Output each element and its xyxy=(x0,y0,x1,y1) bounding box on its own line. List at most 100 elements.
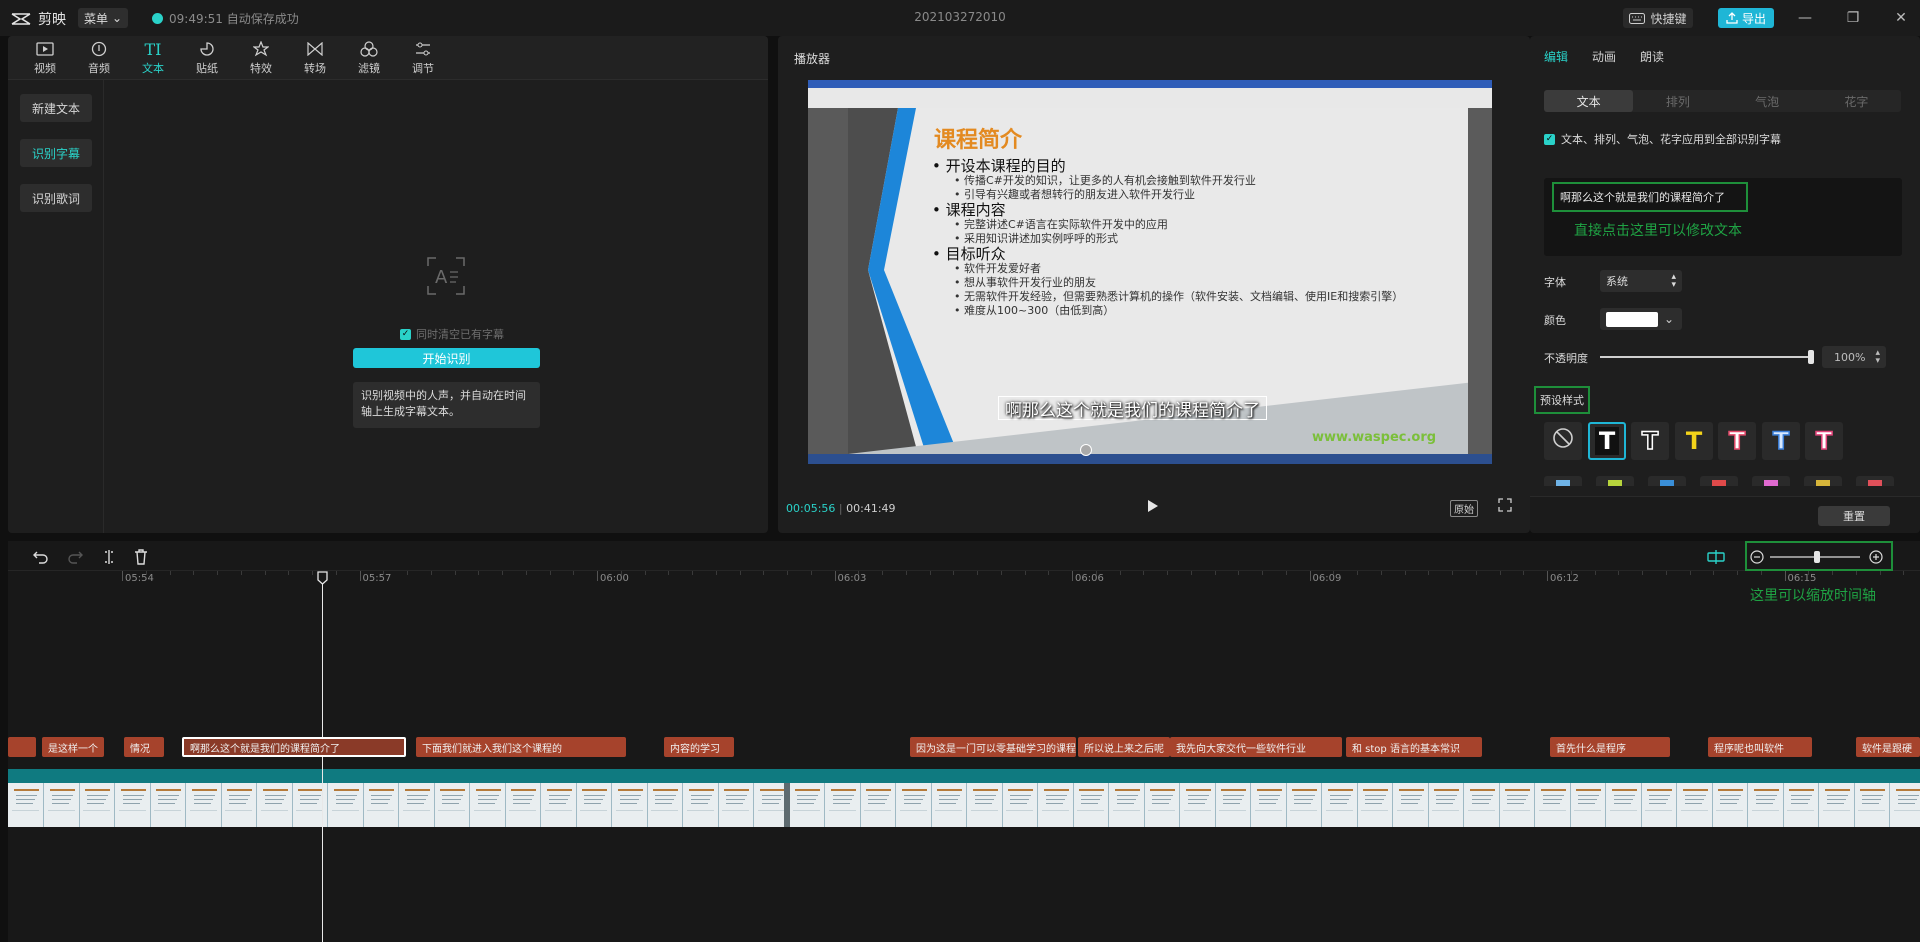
menu-button[interactable]: 菜单 ⌄ xyxy=(78,8,128,28)
preset-style-4[interactable]: T xyxy=(1718,422,1756,460)
time-ruler[interactable] xyxy=(8,571,1920,591)
segment-text[interactable]: 文本 xyxy=(1544,90,1634,112)
ruler-minor-tick xyxy=(430,571,432,575)
preset-tile[interactable] xyxy=(1804,476,1842,486)
undo-icon[interactable] xyxy=(32,548,50,566)
shortcut-button[interactable]: 快捷键 xyxy=(1623,8,1693,28)
segment-layout[interactable]: 排列 xyxy=(1633,90,1722,112)
opacity-slider[interactable] xyxy=(1600,356,1810,358)
video-thumbnail xyxy=(1677,783,1713,827)
restore-icon[interactable]: ❐ xyxy=(1838,6,1868,30)
tool-audio[interactable]: 音频 xyxy=(72,36,126,80)
subtitle-clip[interactable]: 情况 xyxy=(124,737,164,757)
preset-none[interactable] xyxy=(1544,422,1582,460)
clear-existing-checkbox[interactable]: ✓ 同时清空已有字幕 xyxy=(400,326,504,342)
subtitle-clip[interactable] xyxy=(8,737,36,757)
ruler-minor-tick xyxy=(1190,571,1192,575)
subtitle-overlay[interactable]: 啊那么这个就是我们的课程简介了 xyxy=(998,396,1267,421)
text-edit-area[interactable]: 啊那么这个就是我们的课程简介了 直接点击这里可以修改文本 xyxy=(1544,178,1902,256)
ruler-minor-tick xyxy=(1238,571,1240,575)
ruler-label: 06:00 xyxy=(600,573,629,584)
tool-adjust[interactable]: 调节 xyxy=(396,36,450,80)
video-preview[interactable]: 课程简介 • 开设本课程的目的 • 传播C#开发的知识，让更多的人有机会接触到软… xyxy=(808,80,1492,464)
close-icon[interactable]: ✕ xyxy=(1886,6,1916,30)
video-thumbnail xyxy=(150,783,186,827)
ruler-minor-tick xyxy=(383,571,385,575)
subnav-new-text[interactable]: 新建文本 xyxy=(20,94,92,122)
snap-icon[interactable] xyxy=(1706,548,1726,566)
ruler-minor-tick xyxy=(1380,571,1382,575)
slide-bullets: • 开设本课程的目的 • 传播C#开发的知识，让更多的人有机会接触到软件开发行业… xyxy=(932,158,1472,318)
redo-icon[interactable] xyxy=(66,548,84,566)
video-thumbnail xyxy=(470,783,506,827)
split-icon[interactable] xyxy=(100,548,118,566)
subtitle-clip[interactable]: 程序呢也叫软件 xyxy=(1708,737,1812,757)
subtitle-clip[interactable]: 内容的学习 xyxy=(664,737,734,757)
apply-all-checkbox[interactable]: ✓ 文本、排列、气泡、花字应用到全部识别字幕 xyxy=(1544,131,1781,147)
tool-label: 转场 xyxy=(304,62,326,75)
subnav-recognize-lyrics[interactable]: 识别歌词 xyxy=(20,184,92,212)
chevron-down-icon: ⌄ xyxy=(1664,312,1675,326)
preset-tile[interactable] xyxy=(1700,476,1738,486)
subtitle-clip[interactable]: 啊那么这个就是我们的课程简介了 xyxy=(182,737,406,757)
ruler-minor-tick xyxy=(264,571,266,575)
subtitle-clip[interactable]: 下面我们就进入我们这个课程的 xyxy=(416,737,626,757)
subtitle-clip[interactable]: 首先什么是程序 xyxy=(1550,737,1670,757)
preset-tile[interactable] xyxy=(1596,476,1634,486)
font-select[interactable]: 系统 ▴ ▾ xyxy=(1600,270,1682,292)
preset-tile[interactable] xyxy=(1648,476,1686,486)
text-style-icon: T xyxy=(1772,426,1790,456)
tool-text[interactable]: TI 文本 xyxy=(126,36,180,80)
tool-filter[interactable]: 滤镜 xyxy=(342,36,396,80)
segment-fancy[interactable]: 花字 xyxy=(1812,90,1901,112)
start-recognition-button[interactable]: 开始识别 xyxy=(353,348,540,368)
delete-icon[interactable] xyxy=(132,548,150,566)
tab-read-aloud[interactable]: 朗读 xyxy=(1640,48,1664,65)
ruler-tick xyxy=(122,571,123,581)
minimize-icon[interactable]: — xyxy=(1790,6,1820,30)
tab-edit[interactable]: 编辑 xyxy=(1544,48,1568,65)
ai-subtitle-icon: A xyxy=(427,257,465,295)
tab-animation[interactable]: 动画 xyxy=(1592,48,1616,65)
color-select[interactable]: ⌄ xyxy=(1600,308,1682,330)
tool-sticker[interactable]: 贴纸 xyxy=(180,36,234,80)
rotate-handle-icon[interactable] xyxy=(1080,444,1092,456)
subtitle-clip[interactable]: 是这样一个 xyxy=(42,737,104,757)
opacity-slider-thumb[interactable] xyxy=(1808,350,1814,364)
preset-style-3[interactable]: T xyxy=(1675,422,1713,460)
subtitle-clip[interactable]: 我先向大家交代一些软件行业 xyxy=(1170,737,1342,757)
text-input[interactable]: 啊那么这个就是我们的课程简介了 xyxy=(1552,182,1748,212)
preset-tile[interactable] xyxy=(1752,476,1790,486)
tool-effects[interactable]: 特效 xyxy=(234,36,288,80)
subtitle-clip[interactable]: 因为这是一门可以零基础学习的课程 xyxy=(910,737,1076,757)
checkbox-checked-icon: ✓ xyxy=(400,328,411,340)
fullscreen-icon[interactable] xyxy=(1498,498,1512,512)
reset-button[interactable]: 重置 xyxy=(1818,506,1890,526)
tool-label: 调节 xyxy=(412,62,434,75)
preset-style-1[interactable]: T xyxy=(1588,422,1626,460)
segment-bubble[interactable]: 气泡 xyxy=(1723,90,1812,112)
play-icon[interactable] xyxy=(1144,498,1160,514)
opacity-value[interactable]: 100% ▴ ▾ xyxy=(1822,346,1886,368)
subtitle-clip[interactable]: 所以说上来之后呢 xyxy=(1078,737,1170,757)
subnav-recognize-subtitles[interactable]: 识别字幕 xyxy=(20,139,92,167)
export-button[interactable]: 导出 xyxy=(1718,8,1774,28)
playhead-handle-icon[interactable] xyxy=(317,571,328,585)
preset-tile[interactable] xyxy=(1544,476,1582,486)
tool-video[interactable]: 视频 xyxy=(18,36,72,80)
subtitle-clip[interactable]: 和 stop 语言的基本常识 xyxy=(1346,737,1482,757)
ruler-minor-tick xyxy=(1000,571,1002,575)
ratio-button[interactable]: 原始 xyxy=(1450,500,1478,517)
slide-bullet: • 课程内容 xyxy=(932,201,1006,219)
preset-style-6[interactable]: T xyxy=(1805,422,1843,460)
tool-transition[interactable]: 转场 xyxy=(288,36,342,80)
playhead[interactable] xyxy=(322,575,323,942)
ruler-minor-tick xyxy=(502,571,503,575)
preset-tile[interactable] xyxy=(1856,476,1894,486)
subtitle-clip[interactable]: 软件是跟硬 xyxy=(1856,737,1920,757)
preset-style-2[interactable]: T xyxy=(1631,422,1669,460)
app-name: 剪映 xyxy=(38,12,66,28)
video-thumbnail xyxy=(541,783,577,827)
preset-style-5[interactable]: T xyxy=(1762,422,1800,460)
video-track[interactable] xyxy=(8,783,1920,827)
